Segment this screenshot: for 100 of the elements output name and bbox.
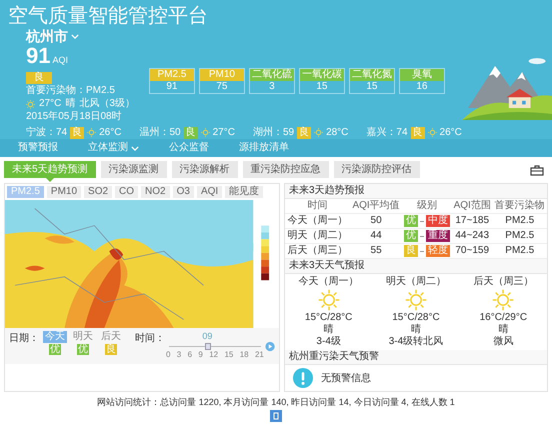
nav-item[interactable]: 立体监测 — [88, 141, 139, 155]
pollutant-name: 臭氧 — [400, 69, 444, 81]
caret-icon — [131, 146, 139, 150]
grade-badge: 优 — [77, 344, 89, 355]
sun-icon — [404, 289, 427, 311]
alert-icon — [293, 368, 313, 388]
pollutant-tab[interactable]: CO — [115, 186, 138, 198]
day-tab[interactable]: 明天 — [71, 331, 95, 343]
weather-condition: 晴 — [498, 324, 508, 336]
tick-label: 6 — [188, 350, 192, 360]
toolbox-icon[interactable] — [530, 164, 544, 176]
date-label: 日期： — [9, 333, 39, 345]
pollutant-tab[interactable]: PM10 — [46, 186, 82, 198]
pollutant-tab[interactable]: NO2 — [141, 186, 170, 198]
tick-label: 12 — [209, 350, 218, 360]
module-tab[interactable]: 污染源防控评估 — [334, 161, 420, 178]
pollutant-name: 一氧化碳 — [300, 69, 344, 81]
table-cell: 44 — [350, 228, 402, 244]
city-temperature: 26°C — [99, 126, 122, 139]
temperature-range: 15°C/28°C — [304, 312, 352, 324]
pollutant-tab[interactable]: O3 — [172, 186, 194, 198]
wind: 3-4级转北风 — [388, 336, 444, 348]
tick-label: 18 — [240, 350, 249, 360]
alert-message: 无预警信息 — [321, 372, 371, 385]
forecast-day: 后天（周三） — [473, 276, 534, 288]
sun-icon — [492, 289, 514, 311]
nav-item[interactable]: 预警预报 — [18, 141, 58, 155]
aqi-unit: AQI — [52, 54, 68, 67]
city-aqi: 嘉兴：74 — [366, 126, 408, 139]
grade-badge: 良 — [297, 126, 312, 138]
wind: 微风 — [493, 336, 514, 348]
temperature: 27°C — [39, 98, 62, 110]
grade-badge: 优 — [49, 344, 61, 355]
pollutant-name: PM10 — [200, 69, 244, 81]
table-cell: 明天（周二） — [285, 228, 350, 244]
nav-item[interactable]: 公众监督 — [169, 141, 209, 155]
sun-icon — [428, 128, 437, 137]
pollutant-name: 二氧化氮 — [350, 69, 394, 81]
caret-icon — [71, 34, 79, 38]
grade-badge: 重度 — [426, 230, 450, 242]
section-title: 未来3天趋势预报 — [285, 184, 547, 199]
wind: 3-4级 — [316, 336, 341, 348]
pollutant-tab[interactable]: AQI — [196, 186, 222, 198]
tick-label: 0 — [166, 350, 170, 360]
sun-icon — [87, 128, 96, 137]
forecast-day: 明天（周二） — [386, 276, 446, 288]
pollutant-value: 15 — [315, 81, 328, 93]
module-tab[interactable]: 污染源监测 — [100, 161, 167, 178]
grade-badge: 良 — [410, 126, 425, 138]
slider-thumb[interactable] — [205, 343, 212, 350]
visit-statistics: 网站访问统计：总访问量 1220, 本月访问量 140, 昨日访问量 14, 今日访问量 4, 在线人数 1 — [96, 396, 456, 408]
nav-item[interactable]: 源排放清单 — [239, 141, 289, 155]
sun-icon — [26, 100, 35, 108]
city-aqi: 宁波：74 — [26, 126, 68, 139]
city-temperature: 27°C — [212, 126, 235, 139]
grade-badge: 优 — [404, 230, 418, 242]
city-temperature: 26°C — [440, 126, 462, 139]
wind: 北风（3级） — [79, 98, 135, 110]
play-icon[interactable] — [264, 341, 275, 352]
grade-badge: 优 — [404, 215, 418, 227]
city-temperature: 28°C — [326, 126, 348, 139]
time-label: 时间： — [135, 333, 165, 345]
pollutant-tab[interactable]: 能见度 — [225, 186, 264, 198]
update-time: 2015年05月18日08时 — [26, 111, 122, 123]
sun-icon — [318, 289, 340, 311]
pollutant-value: 3 — [268, 81, 276, 93]
grade-badge: 良 — [70, 126, 84, 138]
tick-label: 9 — [198, 350, 203, 360]
section-title: 未来3天天气预报 — [285, 259, 547, 274]
temperature-range: 15°C/28°C — [392, 312, 440, 324]
table-cell: PM2.5 — [492, 214, 547, 228]
column-header: 时间 — [285, 199, 350, 214]
city-aqi: 温州：50 — [139, 126, 181, 139]
time-value: 09 — [202, 331, 212, 341]
weather-condition: 晴 — [65, 98, 76, 110]
module-tab[interactable]: 重污染防控应急 — [242, 161, 329, 178]
column-header: AQI平均值 — [350, 199, 402, 214]
sun-icon — [314, 128, 324, 137]
section-title: 杭州重污染天气预警 — [285, 350, 547, 365]
aqi-value: 91 — [26, 44, 50, 68]
document-icon[interactable] — [270, 410, 282, 422]
column-header: AQI范围 — [452, 199, 492, 214]
pollutant-value: 15 — [365, 81, 378, 93]
table-cell: 今天（周一） — [285, 214, 350, 228]
pollutant-name: PM2.5 — [150, 69, 194, 81]
city-aqi: 湖州：59 — [252, 126, 294, 139]
module-tab[interactable]: 污染源解析 — [172, 161, 238, 178]
aqi-grade-badge: 良 — [26, 72, 52, 84]
grade-badge: 轻度 — [426, 245, 450, 257]
table-cell: 17~185 — [452, 214, 492, 228]
grade-badge: 良 — [184, 126, 198, 138]
tick-label: 15 — [224, 350, 234, 360]
grade-badge: 中度 — [426, 215, 450, 227]
pollutant-name: 二氧化硫 — [250, 69, 294, 81]
grade-badge: 良 — [105, 344, 117, 355]
pollutant-tab[interactable]: SO2 — [84, 186, 112, 198]
day-tab[interactable]: 后天 — [99, 331, 123, 343]
pollutant-value: 16 — [415, 81, 428, 93]
sun-icon — [200, 128, 210, 137]
pollutant-value: 75 — [215, 81, 228, 93]
